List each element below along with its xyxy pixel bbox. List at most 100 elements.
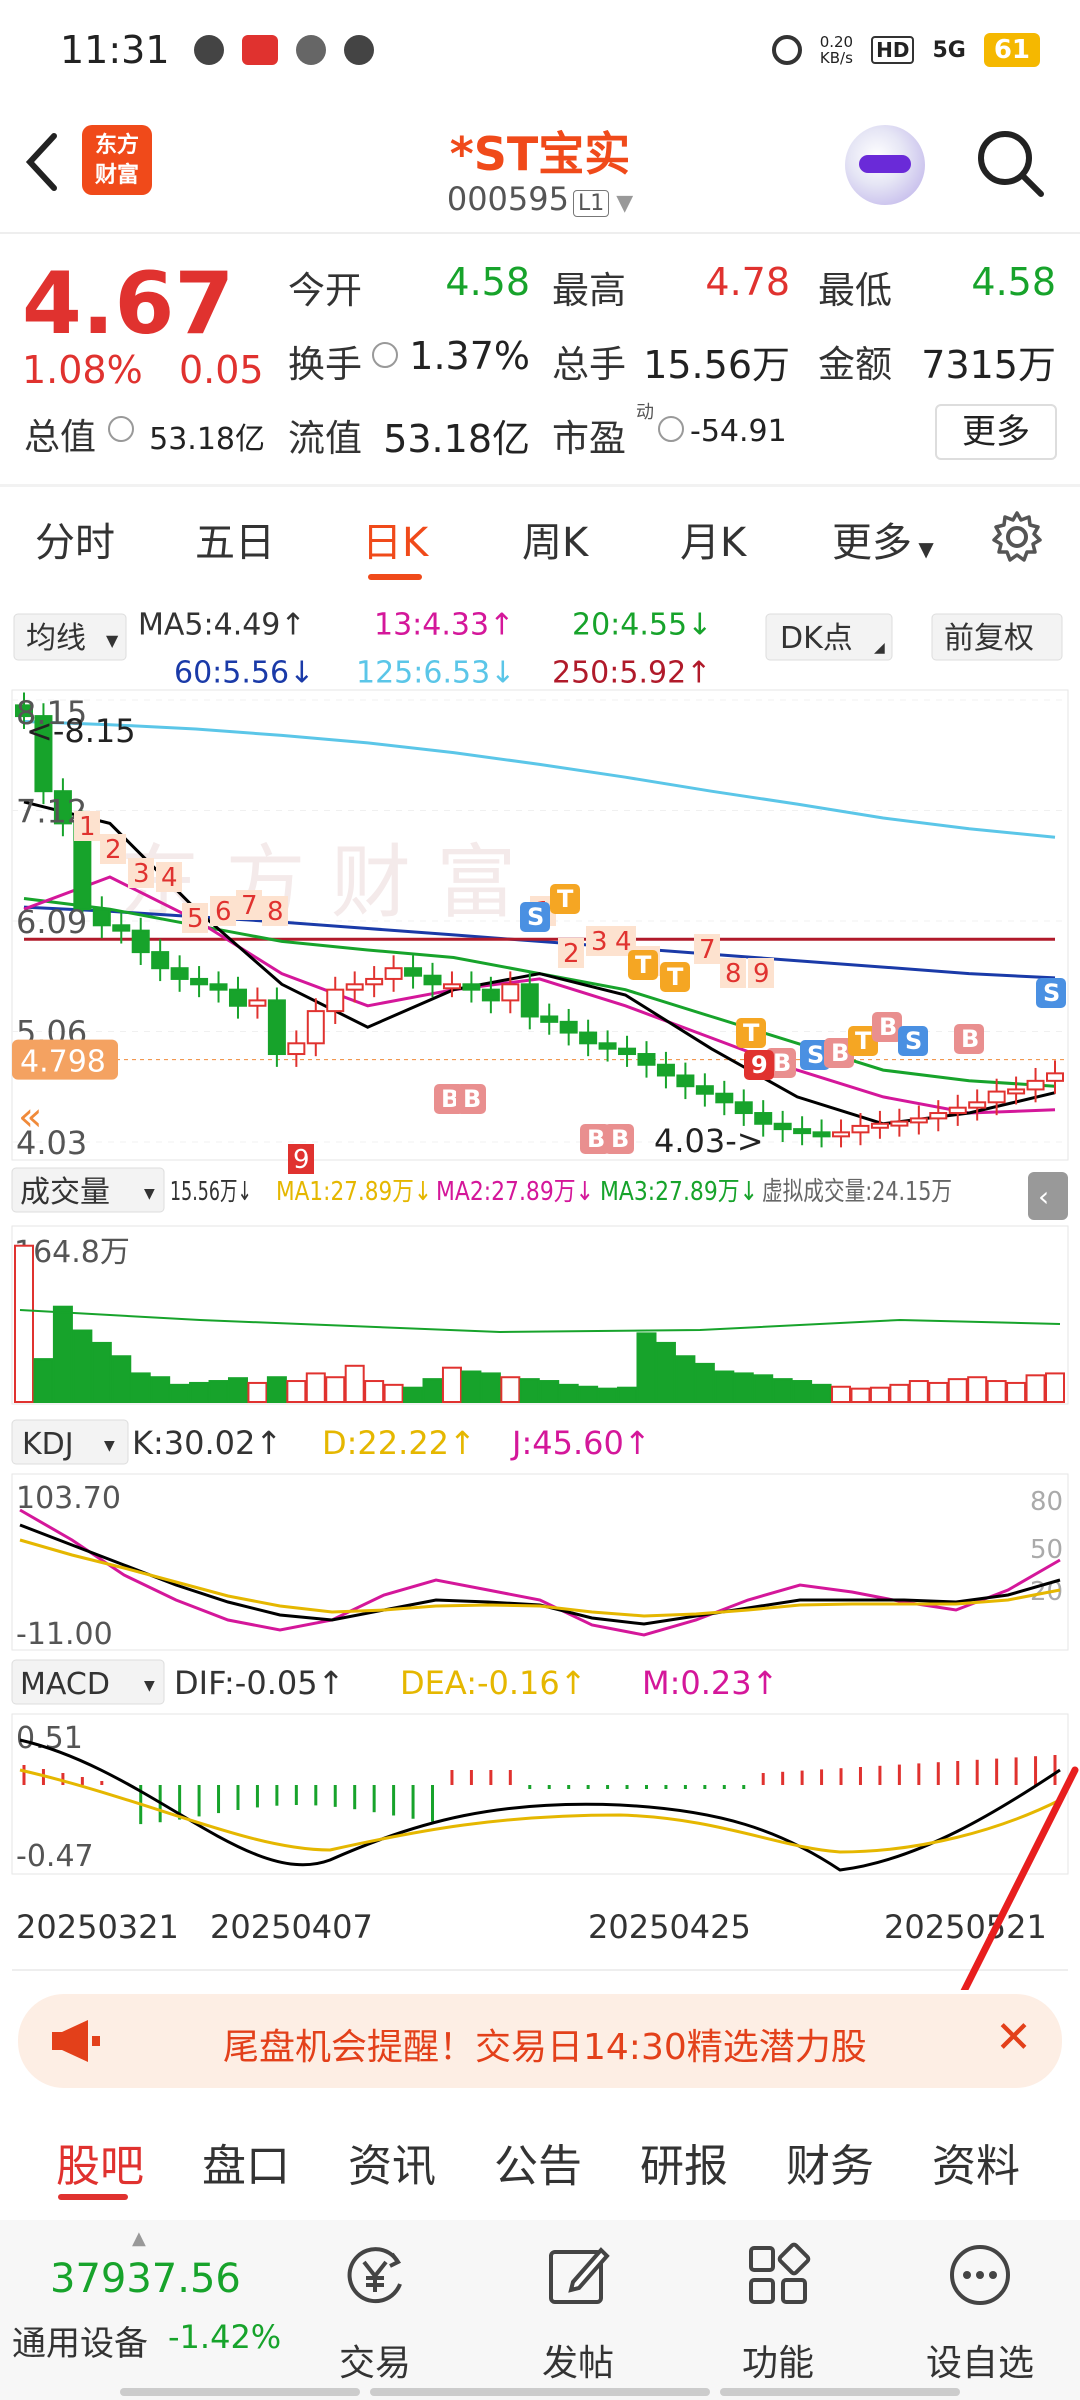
kdj-lines	[19, 1508, 1061, 1637]
info-icon[interactable]	[658, 416, 684, 442]
price-axis-label: 6.09	[16, 903, 87, 941]
candle-body	[909, 1117, 928, 1124]
mktcap-label: 总值	[24, 417, 97, 458]
adjust-button-label: 前复权	[944, 621, 1034, 656]
candle-body	[131, 929, 150, 954]
promo-banner[interactable]: 尾盘机会提醒！交易日14:30精选潜力股 ✕	[18, 1994, 1062, 2088]
volume-bar	[772, 1378, 793, 1403]
volume-bar	[305, 1372, 326, 1403]
td-count: 9	[293, 1145, 310, 1175]
nav-add-watchlist[interactable]: 设自选	[910, 2240, 1050, 2386]
tab-5day[interactable]: 五日	[195, 510, 275, 568]
float-label: 流值	[288, 417, 362, 460]
volume-bar	[189, 1381, 210, 1403]
candle-body	[442, 983, 461, 990]
kdj-d: D:22.22↑	[322, 1424, 476, 1462]
tab-news[interactable]: 资讯	[348, 2130, 436, 2194]
ai-assistant-avatar[interactable]	[845, 125, 925, 205]
candle-body	[793, 1128, 812, 1135]
tip-marker-label: T	[855, 1027, 872, 1055]
volume-bar	[675, 1355, 696, 1404]
candle-body	[812, 1131, 831, 1138]
candle-body	[948, 1106, 967, 1115]
volume-bar	[14, 1244, 34, 1403]
volume-bar	[986, 1380, 1007, 1403]
macd-dif: DIF:-0.05↑	[174, 1664, 344, 1702]
nav-trade[interactable]: 交易	[305, 2240, 445, 2386]
ma60-value: 60:5.56↓	[174, 656, 314, 691]
nav-post[interactable]: 发帖	[508, 2240, 648, 2386]
ma13-value: 13:4.33↑	[374, 608, 514, 643]
info-icon[interactable]	[372, 342, 398, 368]
volume-bar	[869, 1386, 890, 1403]
volume-ma-line	[19, 1309, 1061, 1334]
tab-monthly-k[interactable]: 月K	[680, 510, 746, 568]
robot-icon	[859, 155, 911, 173]
high-value: 4.78	[705, 260, 790, 304]
td-count: 7	[241, 891, 258, 921]
close-icon[interactable]: ✕	[995, 2012, 1032, 2063]
volume-bar	[558, 1383, 579, 1403]
tab-profile[interactable]: 资料	[932, 2130, 1020, 2194]
kdj-k: K:30.02↑	[132, 1424, 282, 1462]
search-icon[interactable]	[975, 128, 1045, 198]
tab-more[interactable]: 更多 ▼	[832, 510, 934, 568]
vol-ma1: MA1:27.89万↓	[276, 1177, 432, 1207]
kdj-max-label: 103.70	[16, 1481, 121, 1516]
tab-intraday[interactable]: 分时	[35, 510, 115, 568]
open-label: 今开	[288, 269, 362, 312]
candle-body	[734, 1101, 753, 1115]
candle-body	[540, 1015, 559, 1023]
red-annotation-line	[831, 1766, 1079, 2252]
pe-sup: 动	[636, 402, 654, 423]
tab-weekly-k[interactable]: 周K	[522, 510, 588, 568]
tab-research[interactable]: 研报	[640, 2130, 728, 2194]
sell-marker-label: S	[807, 1041, 824, 1069]
kdj-frame	[11, 1473, 1069, 1651]
grid-functions-icon	[749, 2242, 811, 2304]
tab-finance[interactable]: 财务	[786, 2130, 874, 2194]
corner-icon: ◢	[874, 640, 885, 656]
settings-gear-icon[interactable]	[990, 510, 1044, 564]
date-label: 20250425	[588, 1908, 751, 1946]
volume-bar	[811, 1383, 832, 1403]
volume-bar	[403, 1386, 424, 1403]
ma20-value: 20:4.55↓	[572, 608, 712, 643]
nav-functions[interactable]: 功能	[708, 2240, 848, 2386]
tab-pankou[interactable]: 盘口	[202, 2130, 290, 2194]
divider	[0, 232, 1080, 234]
volume-value: 15.56万	[643, 343, 790, 387]
amount-label: 金额	[818, 343, 892, 386]
caret-down-icon: ▼	[106, 631, 119, 650]
td-count: 6	[215, 897, 232, 927]
buy-marker-label: B	[587, 1125, 605, 1153]
tab-daily-k[interactable]: 日K	[362, 510, 428, 568]
candle-body	[170, 967, 189, 980]
candle-body	[151, 951, 170, 970]
volume-bar	[831, 1385, 852, 1403]
kline-chart-area[interactable]: 均线 ▼ MA5:4.49↑ 13:4.33↑ 20:4.55↓ 60:5.56…	[0, 590, 1080, 2252]
volume-selector-label: 成交量	[20, 1175, 110, 1210]
period-tabs: 分时 五日 日K 周K 月K 更多 ▼	[0, 490, 1080, 580]
td-count: 3	[133, 859, 150, 889]
divider	[0, 484, 1080, 487]
info-icon[interactable]	[108, 416, 134, 442]
kdj-min-label: -11.00	[16, 1617, 113, 1652]
tab-guba[interactable]: 股吧	[56, 2130, 144, 2194]
kdj-j-line	[19, 1508, 1061, 1637]
candle-body	[695, 1085, 714, 1095]
td-count: 8	[725, 959, 742, 989]
sector-index-name[interactable]: 通用设备	[12, 2316, 148, 2365]
candle-body	[1046, 1072, 1064, 1082]
tab-announcements[interactable]: 公告	[494, 2130, 582, 2194]
sector-index-pct: -1.42%	[168, 2318, 282, 2356]
status-bar: 11:31 0.20 KB/s HD 5G 61	[0, 0, 1080, 100]
kline-chart-svg: 均线 ▼ MA5:4.49↑ 13:4.33↑ 20:4.55↓ 60:5.56…	[11, 608, 1079, 2252]
volume-bar	[130, 1372, 151, 1403]
more-quote-button[interactable]: 更多	[935, 404, 1057, 460]
sector-index-value[interactable]: 37937.56	[50, 2256, 241, 2302]
float-value: 53.18亿	[383, 417, 530, 461]
stock-code: 000595	[446, 180, 569, 218]
candle-body	[306, 1010, 325, 1045]
buy-marker-label: B	[831, 1039, 849, 1067]
